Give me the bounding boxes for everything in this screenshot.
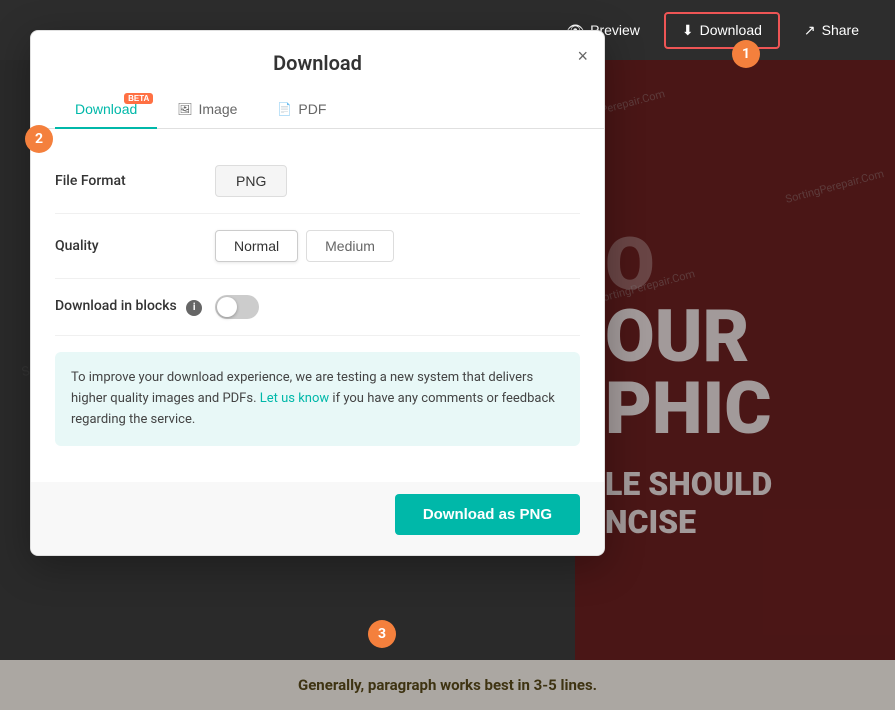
file-format-label: File Format	[55, 173, 215, 189]
quality-normal-button[interactable]: Normal	[215, 230, 298, 262]
download-icon: ⬇	[682, 22, 694, 39]
let-us-know-link[interactable]: Let us know	[260, 391, 329, 406]
share-icon: ↗	[804, 22, 816, 39]
download-as-png-button[interactable]: Download as PNG	[395, 494, 580, 535]
download-blocks-row: Download in blocks i	[55, 279, 580, 336]
dialog-tabs: Download BETA 🖼 Image 📄 PDF	[31, 91, 604, 129]
beta-badge: BETA	[124, 93, 153, 104]
toggle-value	[215, 295, 580, 319]
tab-download[interactable]: Download BETA	[55, 91, 157, 129]
download-blocks-label: Download in blocks i	[55, 298, 215, 316]
quality-row: Quality Normal Medium	[55, 214, 580, 279]
close-button[interactable]: ×	[577, 47, 588, 65]
step-badge-1: 1	[732, 40, 760, 68]
info-icon[interactable]: i	[186, 300, 202, 316]
image-icon: 🖼	[177, 102, 192, 116]
tab-pdf[interactable]: 📄 PDF	[257, 91, 346, 129]
file-format-value: PNG	[215, 165, 580, 197]
toggle-thumb	[217, 297, 237, 317]
quality-value: Normal Medium	[215, 230, 580, 262]
step-badge-3: 3	[368, 620, 396, 648]
dialog-header: Download ×	[31, 31, 604, 75]
download-blocks-toggle[interactable]	[215, 295, 259, 319]
quality-label: Quality	[55, 238, 215, 254]
share-button[interactable]: ↗ Share	[788, 14, 875, 47]
dialog-title: Download	[55, 51, 580, 75]
png-button[interactable]: PNG	[215, 165, 287, 197]
dialog-footer: Download as PNG	[31, 482, 604, 555]
pdf-icon: 📄	[277, 102, 292, 116]
info-box: To improve your download experience, we …	[55, 352, 580, 446]
tab-image[interactable]: 🖼 Image	[157, 91, 257, 129]
step-badge-2: 2	[25, 125, 53, 153]
dialog-body: File Format PNG Quality Normal Medium Do…	[31, 129, 604, 482]
file-format-row: File Format PNG	[55, 149, 580, 214]
quality-medium-button[interactable]: Medium	[306, 230, 394, 262]
download-dialog: Download × Download BETA 🖼 Image 📄 PDF F…	[30, 30, 605, 556]
download-toolbar-button[interactable]: ⬇ Download	[664, 12, 780, 49]
